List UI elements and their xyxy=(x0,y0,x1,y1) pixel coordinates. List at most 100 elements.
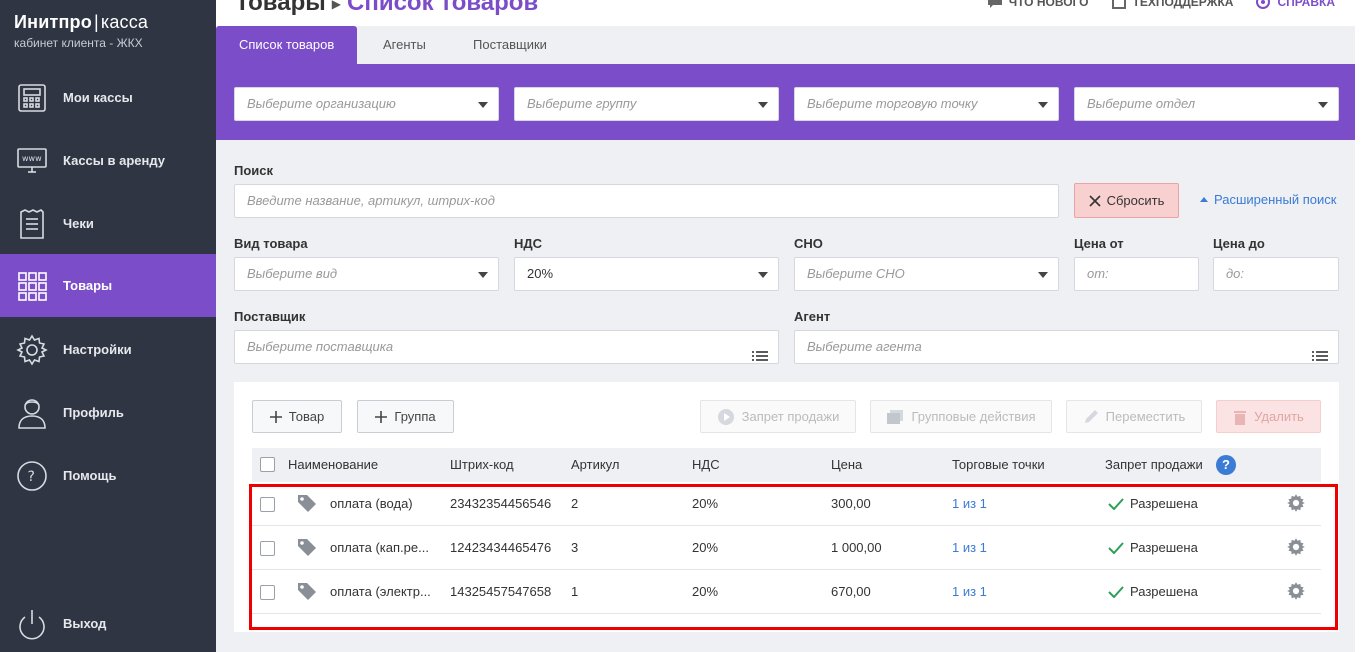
whats-new-link[interactable]: ЧТО НОВОГО xyxy=(987,0,1089,9)
caret-down-icon xyxy=(758,272,768,278)
sidebar-item-rent-registers[interactable]: www Кассы в аренду xyxy=(0,129,216,192)
column-header[interactable]: Цена xyxy=(831,457,862,472)
delete-button[interactable]: Удалить xyxy=(1216,400,1321,433)
caret-up-icon xyxy=(1200,197,1208,202)
supplier-select[interactable]: Выберите поставщика xyxy=(234,330,779,364)
logout-label: Выход xyxy=(63,616,107,631)
brand-subtitle: кабинет клиента - ЖКХ xyxy=(14,36,143,50)
stores-link[interactable]: 1 из 1 xyxy=(952,540,987,555)
top-header: Товары ▶ Список товаров ЧТО НОВОГО ТЕХПОДД… xyxy=(216,0,1365,26)
add-group-button[interactable]: Группа xyxy=(357,400,454,433)
vat-select[interactable]: 20% xyxy=(514,257,779,291)
gear-icon[interactable] xyxy=(1286,493,1306,516)
price-to-input[interactable]: до: xyxy=(1213,257,1339,291)
sidebar-item-label: Помощь xyxy=(63,468,117,483)
reset-button[interactable]: Сбросить xyxy=(1074,183,1179,218)
help-icon[interactable]: ? xyxy=(1216,455,1236,475)
sidebar-item-label: Настройки xyxy=(63,342,132,357)
group-actions-button[interactable]: Групповые действия xyxy=(870,400,1052,433)
chat-icon xyxy=(987,0,1003,9)
sale-status: Разрешена xyxy=(1108,540,1198,555)
column-header[interactable]: Артикул xyxy=(571,457,619,472)
table-row[interactable]: оплата (кап.ре... 12423434465476 3 20% 1… xyxy=(252,526,1321,570)
caret-down-icon xyxy=(1038,272,1048,278)
vat: 20% xyxy=(692,584,719,599)
group-select[interactable]: Выберите группу xyxy=(514,87,779,121)
sidebar-item-label: Товары xyxy=(63,278,113,293)
barcode: 23432354456546 xyxy=(450,496,552,511)
gear-icon[interactable] xyxy=(1286,581,1306,604)
layers-icon xyxy=(887,409,904,424)
cash-register-icon xyxy=(16,82,48,114)
sno-select[interactable]: Выберите СНО xyxy=(794,257,1059,291)
list-icon[interactable] xyxy=(752,342,768,374)
list-icon[interactable] xyxy=(1312,342,1328,374)
breadcrumb-root[interactable]: Товары xyxy=(235,0,326,16)
stores-link[interactable]: 1 из 1 xyxy=(952,584,987,599)
agent-select[interactable]: Выберите агента xyxy=(794,330,1339,364)
product-name: оплата (электр... xyxy=(330,584,431,599)
gear-icon[interactable] xyxy=(1286,537,1306,560)
sidebar-item-products[interactable]: Товары xyxy=(0,254,216,317)
select-all-checkbox[interactable] xyxy=(260,457,275,472)
search-input[interactable]: Введите название, артикул, штрих-код xyxy=(234,184,1059,218)
row-checkbox[interactable] xyxy=(260,541,275,556)
column-header[interactable]: Наименование xyxy=(288,457,378,472)
product-name: оплата (кап.ре... xyxy=(330,540,429,555)
stores-link[interactable]: 1 из 1 xyxy=(952,496,987,511)
tag-icon xyxy=(297,538,317,559)
tab-suppliers[interactable]: Поставщики xyxy=(473,26,547,64)
vat-label: НДС xyxy=(514,236,543,251)
sidebar-item-label: Профиль xyxy=(63,405,124,420)
column-header[interactable]: НДС xyxy=(692,457,720,472)
table-row[interactable]: оплата (электр... 14325457547658 1 20% 6… xyxy=(252,570,1321,614)
price-from-label: Цена от xyxy=(1074,236,1124,251)
table-row[interactable]: оплата (вода) 23432354456546 2 20% 300,0… xyxy=(252,482,1321,526)
sidebar: Инитпро | касса кабинет клиента - ЖКХ Мои … xyxy=(0,0,216,652)
price: 300,00 xyxy=(831,496,871,511)
sidebar-item-settings[interactable]: Настройки xyxy=(0,318,216,381)
gear-icon xyxy=(16,333,48,366)
department-select[interactable]: Выберите отдел xyxy=(1074,87,1339,121)
sidebar-item-help[interactable]: ? Помощь xyxy=(0,444,216,507)
close-icon xyxy=(1089,194,1101,207)
sidebar-item-receipts[interactable]: Чеки xyxy=(0,192,216,255)
advanced-search-link[interactable]: Расширенный поиск xyxy=(1200,192,1336,207)
plus-icon xyxy=(375,410,388,423)
row-checkbox[interactable] xyxy=(260,585,275,600)
barcode: 12423434465476 xyxy=(450,540,552,555)
supplier-label: Поставщик xyxy=(234,309,306,324)
price-from-input[interactable]: от: xyxy=(1074,257,1199,291)
barcode: 14325457547658 xyxy=(450,584,552,599)
table-header: Наименование Штрих-код Артикул НДС Цена … xyxy=(252,448,1321,482)
sidebar-item-logout[interactable]: Выход xyxy=(0,592,216,652)
play-circle-icon xyxy=(717,408,734,425)
add-product-button[interactable]: Товар xyxy=(252,400,342,433)
article: 3 xyxy=(571,540,579,555)
tag-icon xyxy=(297,494,317,515)
ban-sale-button[interactable]: Запрет продажи xyxy=(700,400,856,433)
column-header[interactable]: Запрет продажи xyxy=(1105,457,1203,472)
tab-bar: Список товаров Агенты Поставщики xyxy=(216,26,1355,64)
help-link[interactable]: СПРАВКА xyxy=(1255,0,1335,9)
row-checkbox[interactable] xyxy=(260,497,275,512)
tab-agents[interactable]: Агенты xyxy=(383,26,426,64)
support-link[interactable]: ТЕХПОДДЕРЖКА xyxy=(1111,0,1233,9)
move-button[interactable]: Переместить xyxy=(1066,400,1202,433)
sidebar-item-my-registers[interactable]: Мои кассы xyxy=(0,66,216,129)
tab-product-list[interactable]: Список товаров xyxy=(216,26,358,64)
price-to-label: Цена до xyxy=(1213,236,1265,251)
organization-select[interactable]: Выберите организацию xyxy=(234,87,499,121)
caret-down-icon xyxy=(758,102,768,108)
sidebar-item-profile[interactable]: Профиль xyxy=(0,381,216,444)
kind-select[interactable]: Выберите вид xyxy=(234,257,499,291)
question-icon: ? xyxy=(16,460,48,492)
scrollbar[interactable] xyxy=(1355,0,1365,652)
price: 1 000,00 xyxy=(831,540,882,555)
caret-down-icon xyxy=(478,272,488,278)
check-icon xyxy=(1108,497,1124,510)
store-select[interactable]: Выберите торговую точку xyxy=(794,87,1059,121)
sidebar-item-label: Чеки xyxy=(63,216,94,231)
column-header[interactable]: Торговые точки xyxy=(952,457,1045,472)
column-header[interactable]: Штрих-код xyxy=(450,457,514,472)
